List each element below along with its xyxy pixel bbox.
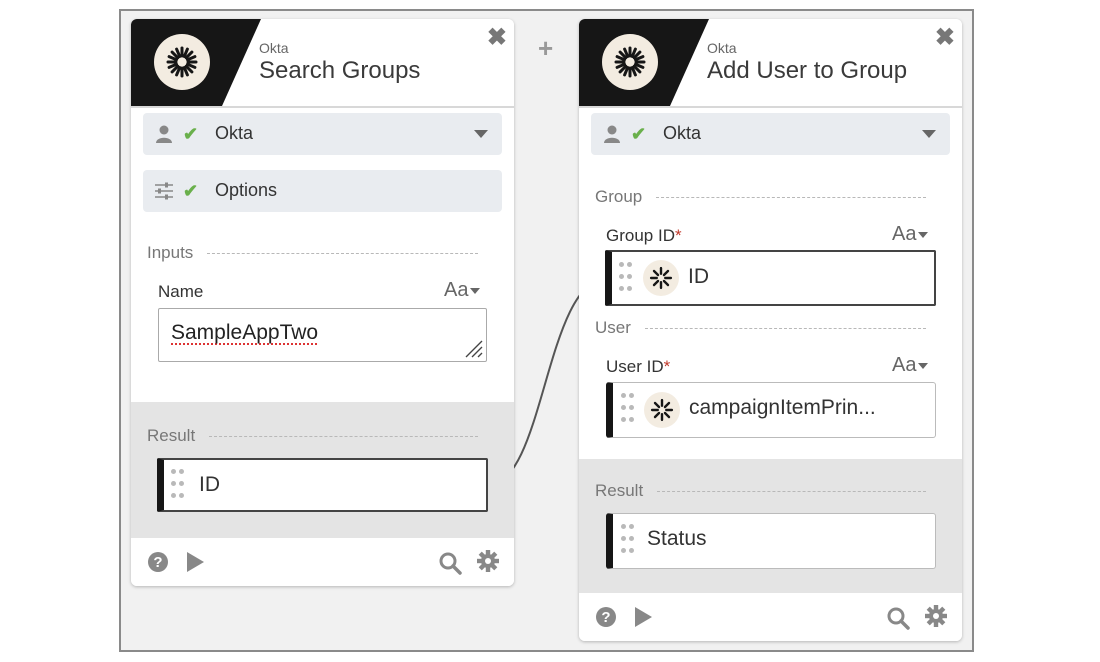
play-icon[interactable]: [184, 551, 206, 573]
user-id-value: campaignItemPrin...: [689, 396, 876, 419]
section-divider: [644, 327, 926, 329]
search-groups-card: Okta Search Groups ✖ ✔ Okta ✔ Options In…: [131, 19, 514, 586]
user-id-field-label: User ID*: [606, 357, 670, 377]
logo-background: [131, 19, 261, 106]
group-section-label: Group: [595, 187, 643, 206]
sliders-icon: [155, 182, 173, 200]
help-icon[interactable]: ?: [595, 606, 617, 628]
drag-grip-icon[interactable]: [621, 524, 635, 556]
user-icon: [604, 125, 620, 143]
field-type-selector[interactable]: Aa: [892, 354, 929, 377]
okta-logo-icon: [154, 34, 210, 90]
check-icon: ✔: [183, 124, 199, 144]
field-type-selector[interactable]: Aa: [892, 223, 929, 246]
check-icon: ✔: [631, 124, 647, 144]
svg-text:?: ?: [601, 609, 610, 626]
chevron-down-icon: [918, 231, 929, 238]
connection-select[interactable]: ✔ Okta: [591, 113, 950, 155]
card-footer: ?: [131, 538, 514, 586]
group-section-header: Group: [595, 187, 926, 207]
section-divider: [656, 196, 926, 198]
user-section-label: User: [595, 318, 631, 337]
drag-grip-icon[interactable]: [619, 262, 633, 294]
connection-label: Okta: [215, 123, 254, 143]
required-mark: *: [674, 226, 682, 245]
group-id-input-pill[interactable]: ID: [605, 250, 936, 306]
result-section-header: Result: [147, 426, 478, 446]
help-icon[interactable]: ?: [147, 551, 169, 573]
gear-icon[interactable]: [925, 605, 947, 627]
group-id-field-label: Group ID*: [606, 226, 682, 246]
user-icon: [156, 125, 172, 143]
okta-logo-icon: [602, 34, 658, 90]
user-id-input-pill[interactable]: campaignItemPrin...: [606, 382, 936, 438]
required-mark: *: [663, 357, 671, 376]
field-type-label: Aa: [892, 223, 917, 245]
section-divider: [207, 252, 478, 254]
chevron-down-icon[interactable]: [922, 130, 936, 138]
name-input-value: SampleAppTwo: [171, 321, 319, 344]
close-icon[interactable]: ✖: [487, 23, 507, 52]
card-header: Okta Add User to Group ✖: [579, 19, 962, 108]
search-icon[interactable]: [886, 606, 910, 630]
connection-select[interactable]: ✔ Okta: [143, 113, 502, 155]
card-title: Search Groups: [259, 57, 421, 84]
name-input[interactable]: SampleAppTwo: [158, 308, 487, 362]
close-icon[interactable]: ✖: [935, 23, 955, 52]
card-vendor: Okta: [707, 40, 737, 56]
chevron-down-icon[interactable]: [474, 130, 488, 138]
options-select[interactable]: ✔ Options: [143, 170, 502, 212]
okta-logo-icon: [644, 392, 680, 428]
svg-text:?: ?: [153, 554, 162, 571]
check-icon: ✔: [183, 181, 199, 201]
result-section-label: Result: [595, 481, 644, 500]
card-title: Add User to Group: [707, 57, 908, 84]
drag-grip-icon[interactable]: [171, 469, 185, 501]
options-label: Options: [215, 180, 278, 200]
card-footer: ?: [579, 593, 962, 641]
name-field-label: Name: [158, 282, 204, 301]
logo-background: [579, 19, 709, 106]
user-id-label-text: User ID: [606, 357, 664, 376]
result-section-label: Result: [147, 426, 196, 445]
inputs-section-header: Inputs: [147, 243, 478, 263]
search-icon[interactable]: [438, 551, 462, 575]
user-section-header: User: [595, 318, 926, 338]
okta-logo-icon: [643, 260, 679, 296]
group-id-label-text: Group ID: [606, 226, 675, 245]
inputs-section-label: Inputs: [147, 243, 194, 262]
chevron-down-icon: [470, 287, 481, 294]
result-area: Result ID: [131, 402, 514, 538]
result-output-label: Status: [647, 527, 707, 550]
group-id-value: ID: [688, 265, 709, 288]
card-vendor: Okta: [259, 40, 289, 56]
add-user-to-group-card: Okta Add User to Group ✖ ✔ Okta Group Gr…: [579, 19, 962, 641]
result-area: Result Status: [579, 459, 962, 593]
result-section-header: Result: [595, 481, 926, 501]
result-output-pill[interactable]: ID: [157, 458, 488, 512]
result-output-label: ID: [199, 473, 220, 496]
section-divider: [209, 435, 478, 437]
section-divider: [657, 490, 926, 492]
chevron-down-icon: [918, 362, 929, 369]
play-icon[interactable]: [632, 606, 654, 628]
drag-grip-icon[interactable]: [621, 393, 635, 425]
field-type-selector[interactable]: Aa: [444, 279, 481, 302]
field-type-label: Aa: [892, 354, 917, 376]
result-output-pill[interactable]: Status: [606, 513, 936, 569]
gear-icon[interactable]: [477, 550, 499, 572]
field-type-label: Aa: [444, 279, 469, 301]
resize-handle-icon[interactable]: [463, 338, 483, 358]
connection-label: Okta: [663, 123, 702, 143]
card-header: Okta Search Groups ✖: [131, 19, 514, 108]
